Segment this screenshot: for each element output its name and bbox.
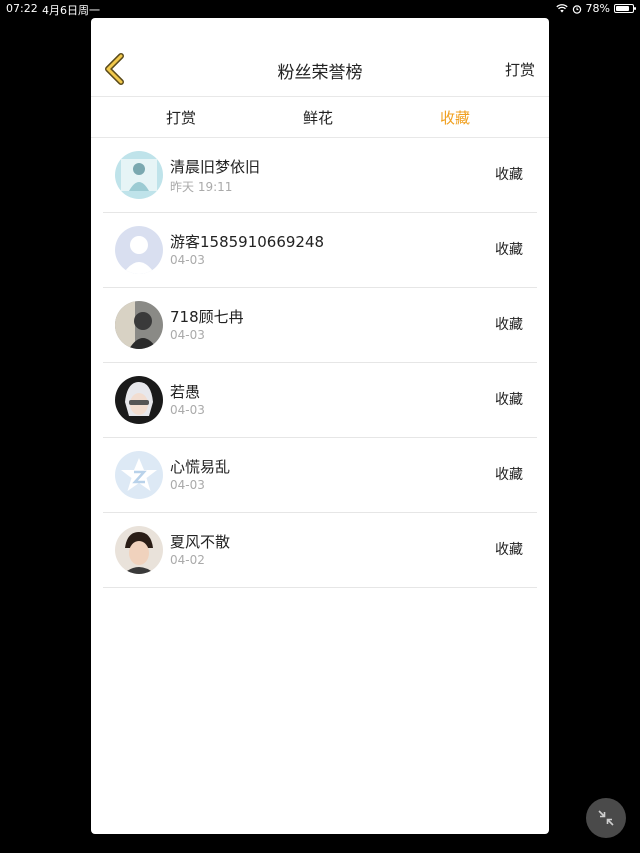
page-title: 粉丝荣誉榜 [277, 63, 363, 83]
default-user-icon [115, 226, 163, 274]
top-bar: 粉丝荣誉榜 打赏 [91, 18, 549, 97]
fan-time: 04-02 [170, 553, 205, 567]
fan-name: 游客1585910669248 [170, 233, 325, 251]
avatar [115, 526, 163, 574]
tab-reward[interactable]: 打赏 [166, 107, 196, 128]
collect-label: 收藏 [495, 467, 523, 483]
status-date: 4月6日周一 [42, 4, 100, 17]
collect-label: 收藏 [495, 242, 523, 258]
collect-label: 收藏 [495, 167, 523, 183]
fan-time: 04-03 [170, 253, 205, 267]
fan-name: 若愚 [170, 383, 201, 401]
collect-label: 收藏 [495, 317, 523, 333]
collapse-arrows-icon [598, 810, 614, 826]
avatar [115, 451, 163, 499]
fan-name: 清晨旧梦依旧 [170, 158, 261, 176]
fan-ranking-panel: 粉丝荣誉榜 打赏 打赏 鲜花 收藏 清晨旧梦依旧 昨天 19:11 收藏 游客1… [91, 18, 549, 834]
qq-star-icon [115, 451, 163, 499]
reward-button[interactable]: 打赏 [505, 59, 535, 80]
avatar [115, 226, 163, 274]
collect-label: 收藏 [495, 542, 523, 558]
fan-time: 昨天 19:11 [170, 180, 233, 194]
tab-bar: 打赏 鲜花 收藏 [91, 97, 549, 138]
fan-name: 心慌易乱 [170, 458, 231, 476]
status-right: 78% [555, 2, 636, 15]
alarm-icon [572, 4, 581, 14]
battery-icon [614, 4, 636, 13]
collect-label: 收藏 [495, 392, 523, 408]
list-item[interactable]: 游客1585910669248 04-03 收藏 [103, 213, 537, 288]
list-item[interactable]: 若愚 04-03 收藏 [103, 363, 537, 438]
list-item[interactable]: 心慌易乱 04-03 收藏 [103, 438, 537, 513]
status-bar: 07:22 4月6日周一 78% [0, 0, 640, 18]
tab-collect[interactable]: 收藏 [440, 107, 470, 128]
status-time: 07:22 [6, 2, 38, 15]
fan-name: 718顾七冉 [170, 308, 244, 326]
avatar [115, 301, 163, 349]
tab-flowers[interactable]: 鲜花 [303, 107, 333, 128]
minimize-button[interactable] [586, 798, 626, 838]
fan-list: 清晨旧梦依旧 昨天 19:11 收藏 游客1585910669248 04-03… [103, 138, 537, 588]
list-item[interactable]: 718顾七冉 04-03 收藏 [103, 288, 537, 363]
wifi-icon [555, 4, 568, 13]
fan-name: 夏风不散 [170, 533, 231, 551]
list-item[interactable]: 清晨旧梦依旧 昨天 19:11 收藏 [103, 138, 537, 213]
fan-time: 04-03 [170, 328, 205, 342]
avatar [115, 376, 163, 424]
fan-time: 04-03 [170, 478, 205, 492]
battery-percent: 78% [585, 2, 610, 15]
fan-time: 04-03 [170, 403, 205, 417]
avatar [115, 151, 163, 199]
list-item[interactable]: 夏风不散 04-02 收藏 [103, 513, 537, 588]
